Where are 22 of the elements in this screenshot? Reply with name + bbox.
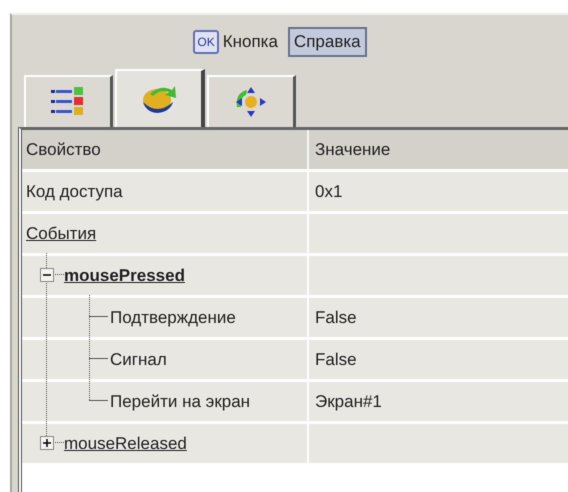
tab[interactable] [24, 75, 113, 127]
column-header: Значение [315, 140, 390, 160]
property-name: Код доступа [26, 182, 123, 202]
property-value: 0x1 [315, 182, 342, 202]
tab[interactable] [115, 69, 205, 127]
list-icon [51, 87, 85, 117]
column-header: Свойство [26, 140, 101, 160]
property-name[interactable]: mousePressed [64, 266, 185, 286]
property-name[interactable]: События [26, 224, 96, 244]
property-name: Перейти на экран [110, 392, 250, 412]
property-name: Сигнал [110, 350, 167, 370]
property-name[interactable]: mouseReleased [64, 434, 187, 454]
property-value: False [315, 308, 357, 328]
expand-icon[interactable] [40, 436, 54, 450]
ok-icon: OK [193, 30, 219, 54]
tab[interactable] [207, 75, 296, 127]
property-value: Экран#1 [315, 392, 382, 412]
property-name: Подтверждение [110, 308, 236, 328]
property-value: False [315, 350, 357, 370]
collapse-icon[interactable] [40, 268, 54, 282]
help-button[interactable]: Справка [288, 27, 367, 57]
component-label: Кнопка [222, 32, 278, 52]
